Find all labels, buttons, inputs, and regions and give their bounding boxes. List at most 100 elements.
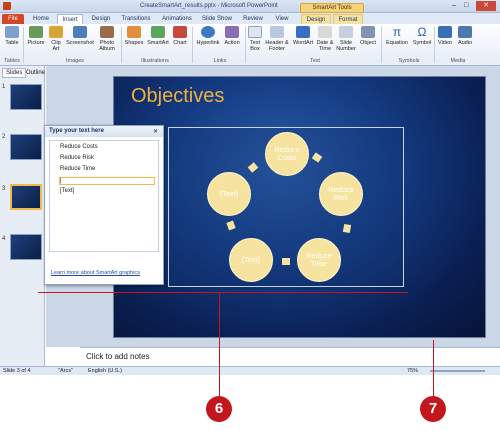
slide-number-button[interactable]: Slide Number — [336, 26, 356, 52]
screenshot-icon — [73, 26, 87, 38]
ribbon-tab-bar: File Home Insert Design Transitions Anim… — [0, 13, 500, 24]
group-label-images: Images — [65, 58, 85, 64]
clip-art-icon — [49, 26, 63, 38]
slide-number: 2 — [2, 134, 6, 140]
smartart-arrow — [247, 162, 259, 173]
smartart-button[interactable]: SmartArt — [146, 26, 170, 46]
table-button[interactable]: Table — [3, 26, 21, 46]
notes-pane[interactable]: Click to add notes — [80, 347, 500, 365]
maximize-button[interactable]: □ — [464, 2, 474, 10]
smartart-arrow — [311, 152, 323, 163]
smartart-icon — [151, 26, 165, 38]
group-label-tables: Tables — [4, 58, 20, 64]
text-pane-list[interactable]: Reduce Costs Reduce Risk Reduce Time | [… — [49, 140, 159, 252]
powerpoint-logo-icon — [3, 2, 11, 10]
list-item-active[interactable]: | — [59, 177, 155, 185]
close-icon[interactable]: ✕ — [153, 128, 158, 135]
slide-thumbnail-3[interactable] — [10, 184, 42, 210]
smartart-graphic[interactable]: Reduce Costs Reduce Risk Reduce Time [Te… — [168, 127, 404, 287]
smartart-arrow — [342, 223, 352, 234]
list-item[interactable]: Reduce Risk — [60, 155, 94, 161]
slide-number-icon — [339, 26, 353, 38]
learn-more-link[interactable]: Learn more about SmartArt graphics — [51, 270, 140, 276]
screenshot-button[interactable]: Screenshot — [66, 26, 94, 46]
wordart-button[interactable]: WordArt — [292, 26, 314, 46]
audio-button[interactable]: Audio — [456, 26, 474, 46]
tab-view[interactable]: View — [270, 14, 294, 24]
tab-review[interactable]: Review — [240, 14, 266, 24]
wordart-icon — [296, 26, 310, 38]
smartart-node[interactable]: Reduce Time — [297, 238, 341, 282]
shapes-icon — [127, 26, 141, 38]
callout-line — [433, 340, 434, 396]
tab-smartart-design[interactable]: Design — [301, 14, 331, 24]
list-item[interactable]: [Text] — [60, 188, 74, 194]
slide-number: 3 — [2, 186, 6, 192]
callout-line — [219, 293, 220, 396]
tab-smartart-format[interactable]: Format — [333, 14, 363, 24]
smartart-node[interactable]: [Text] — [207, 172, 251, 216]
chart-button[interactable]: Chart — [172, 26, 188, 46]
tab-design[interactable]: Design — [88, 14, 114, 24]
theme-name: "Arcs" — [58, 368, 73, 374]
action-button[interactable]: Action — [222, 26, 242, 46]
window-title: CreateSmartArt_results.pptx - Microsoft … — [140, 3, 278, 9]
text-box-button[interactable]: Text Box — [248, 26, 262, 52]
callout-badge: 6 — [206, 396, 232, 422]
picture-icon — [29, 26, 43, 38]
list-item[interactable]: Reduce Time — [60, 166, 95, 172]
photo-album-button[interactable]: Photo Album — [96, 26, 118, 52]
group-label-illustrations: Illustrations — [141, 58, 169, 64]
smartart-node[interactable]: Reduce Costs — [265, 132, 309, 176]
shapes-button[interactable]: Shapes — [124, 26, 144, 46]
tab-slides-pane[interactable]: Slides — [2, 68, 27, 78]
pi-icon: π — [392, 25, 402, 39]
slide-thumbnail-1[interactable] — [10, 84, 42, 110]
slide-thumbnail-4[interactable] — [10, 234, 42, 260]
hyperlink-icon — [201, 26, 215, 38]
language-indicator: English (U.S.) — [88, 368, 122, 374]
slide-title[interactable]: Objectives — [131, 85, 224, 108]
slide-number: 1 — [2, 84, 6, 90]
speaker-icon — [458, 26, 472, 38]
symbol-button[interactable]: Ω Symbol — [412, 26, 432, 46]
zoom-level: 75% — [407, 368, 419, 374]
text-box-icon — [248, 26, 262, 38]
text-pane-title: Type your text here — [45, 126, 163, 137]
close-button[interactable]: ✕ — [476, 1, 496, 11]
omega-icon: Ω — [417, 25, 427, 39]
hyperlink-button[interactable]: Hyperlink — [195, 26, 221, 46]
smartart-tools-header: SmartArt Tools — [300, 3, 364, 13]
video-button[interactable]: Video — [436, 26, 454, 46]
list-item[interactable]: Reduce Costs — [60, 144, 98, 150]
picture-button[interactable]: Picture — [26, 26, 46, 46]
slide-thumbnail-2[interactable] — [10, 134, 42, 160]
smartart-text-pane: Type your text here ✕ Reduce Costs Reduc… — [44, 125, 164, 285]
tab-home[interactable]: Home — [30, 14, 52, 24]
clip-art-button[interactable]: Clip Art — [48, 26, 64, 52]
smartart-node[interactable]: Reduce Risk — [319, 172, 363, 216]
object-icon — [361, 26, 375, 38]
slides-pane: Slides Outline 1 2 3 4 — [0, 66, 45, 366]
header-footer-button[interactable]: Header & Footer — [264, 26, 290, 52]
smartart-arrow — [226, 220, 236, 231]
group-label-links: Links — [213, 58, 227, 64]
date-time-button[interactable]: Date & Time — [316, 26, 334, 52]
tab-slide-show[interactable]: Slide Show — [200, 14, 234, 24]
object-button[interactable]: Object — [358, 26, 378, 46]
photo-album-icon — [100, 26, 114, 38]
tab-file[interactable]: File — [2, 14, 24, 24]
title-bar: CreateSmartArt_results.pptx - Microsoft … — [0, 0, 500, 13]
smartart-node[interactable]: [Text] — [229, 238, 273, 282]
action-icon — [225, 26, 239, 38]
tab-outline-pane[interactable]: Outline — [24, 69, 47, 77]
tab-insert[interactable]: Insert — [57, 14, 83, 24]
zoom-slider[interactable] — [430, 370, 485, 372]
header-footer-icon — [270, 26, 284, 38]
tab-transitions[interactable]: Transitions — [118, 14, 154, 24]
table-icon — [5, 26, 19, 38]
minimize-button[interactable]: – — [452, 2, 462, 10]
equation-button[interactable]: π Equation — [384, 26, 410, 46]
group-label-symbols: Symbols — [398, 58, 420, 64]
tab-animations[interactable]: Animations — [158, 14, 196, 24]
